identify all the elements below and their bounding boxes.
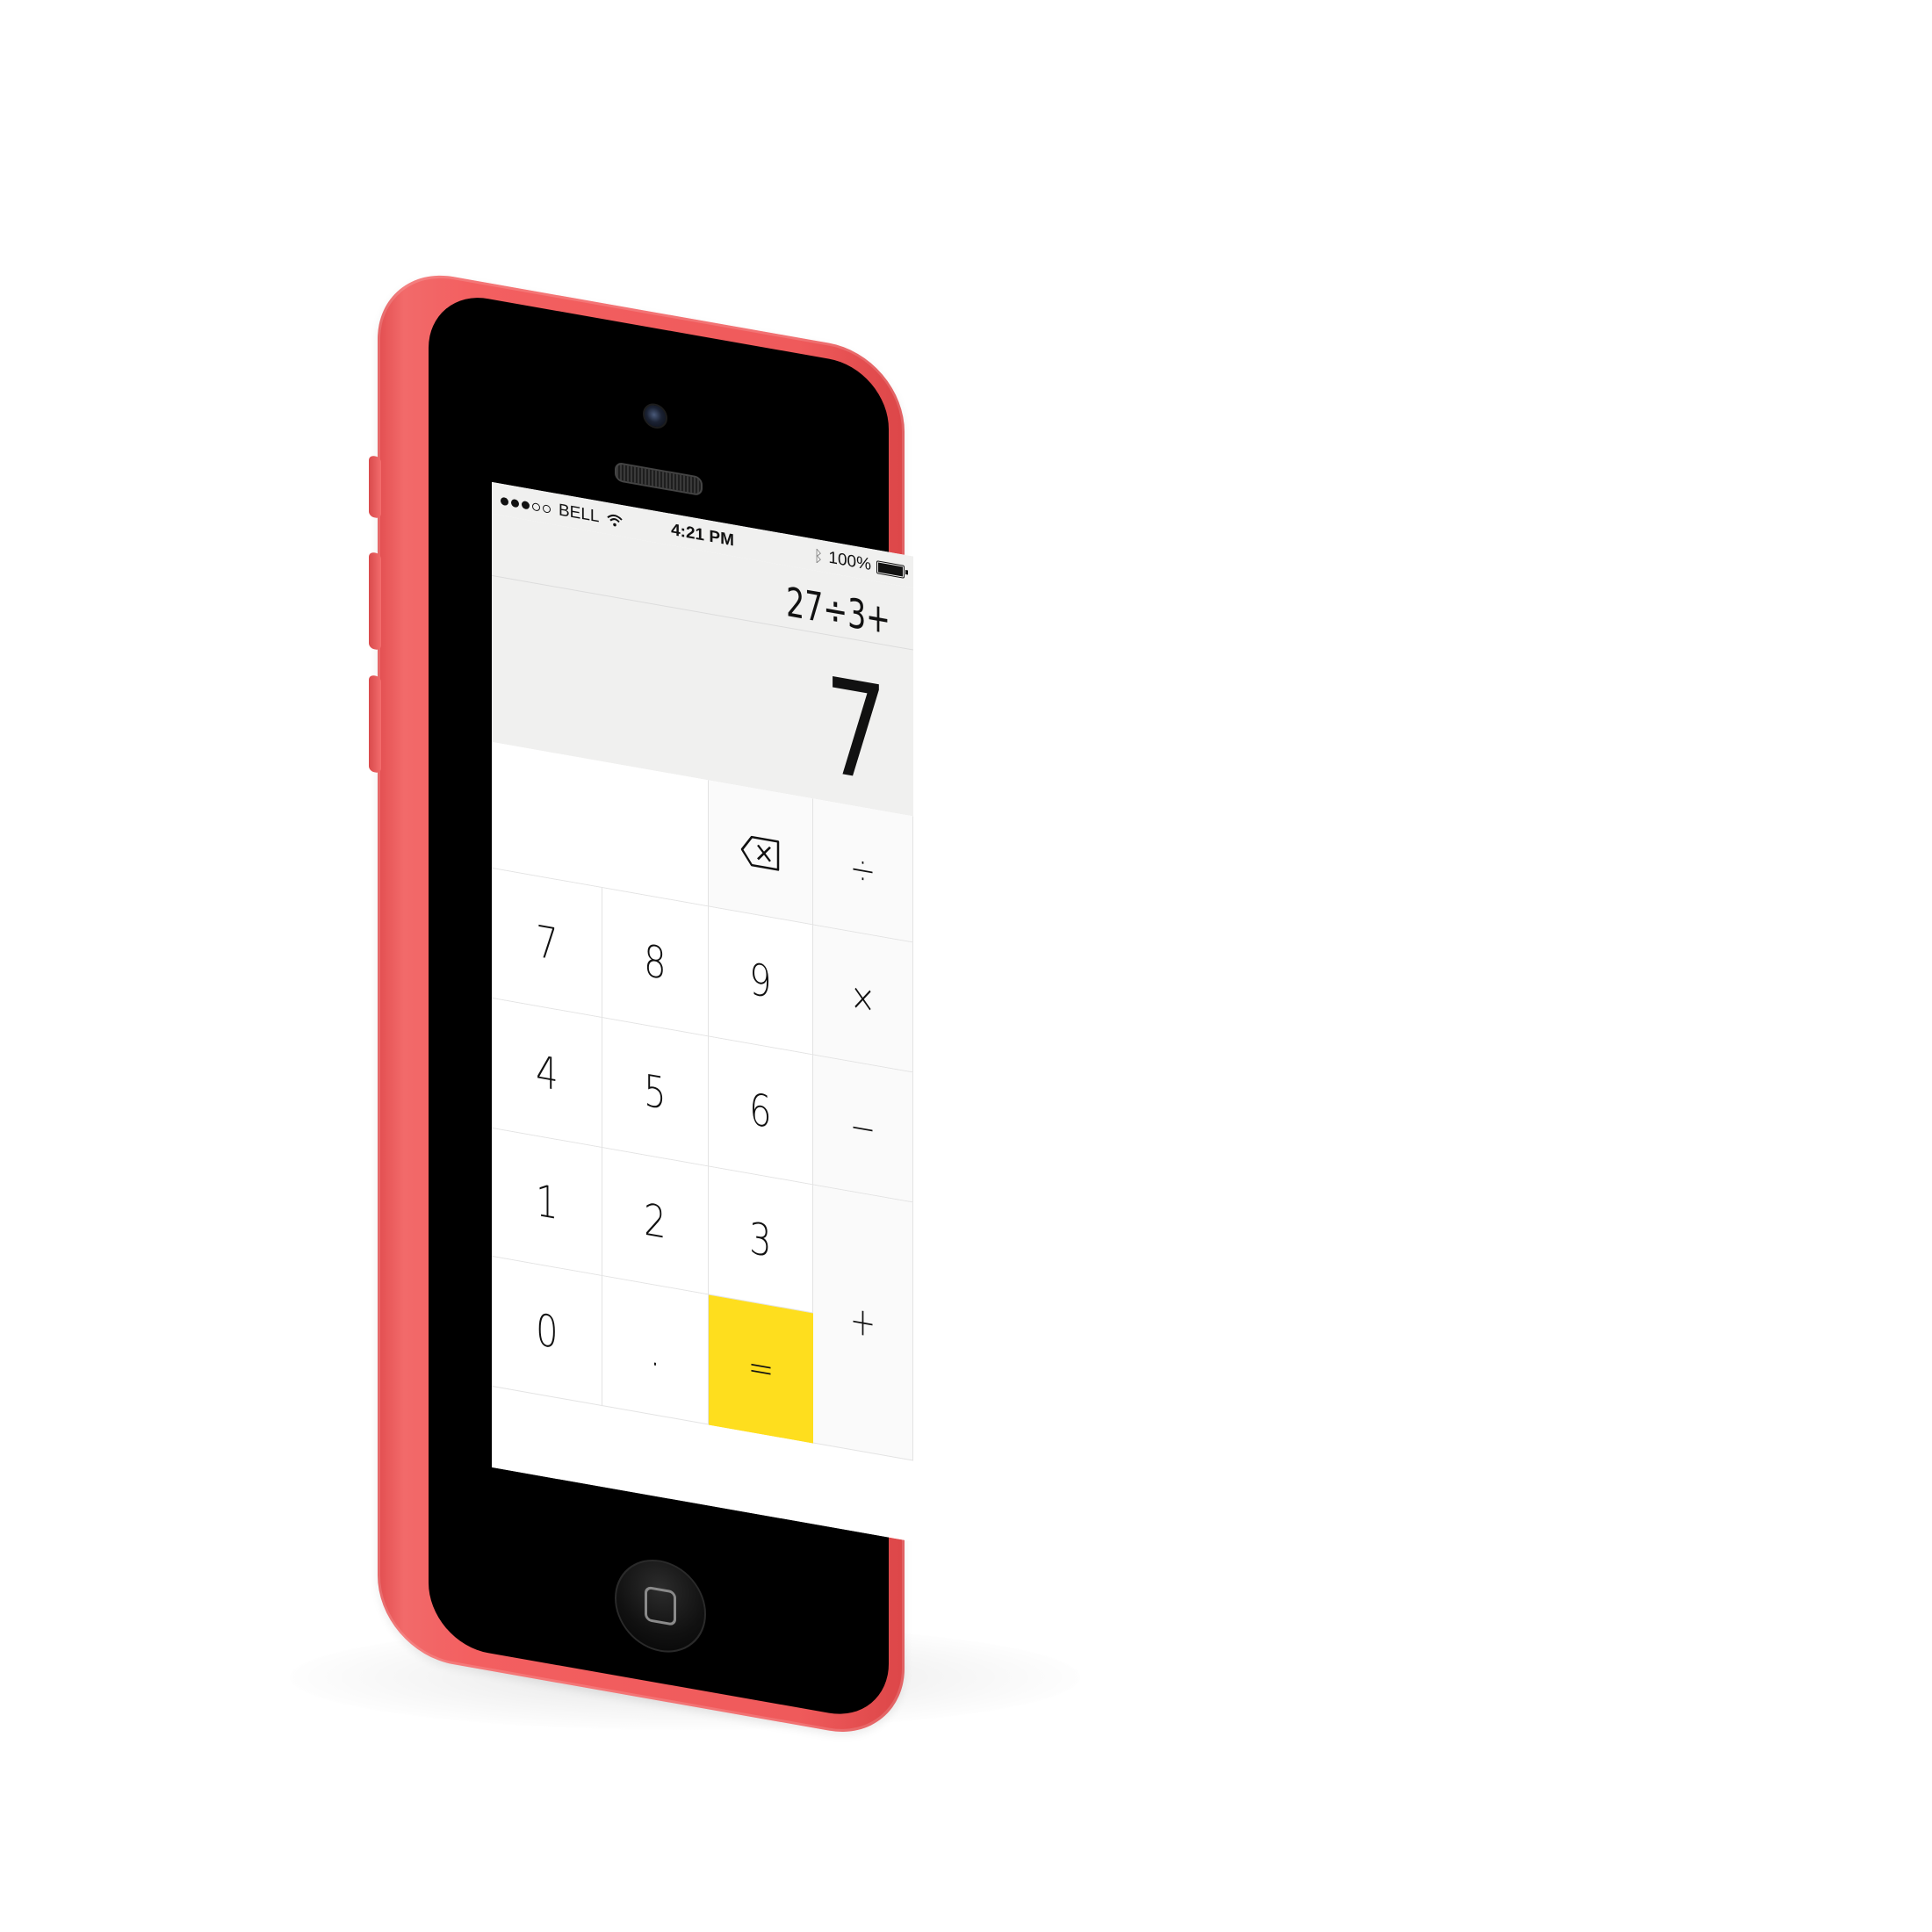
backspace-icon <box>740 835 780 871</box>
digit-9-button[interactable]: 9 <box>709 906 813 1056</box>
home-button[interactable] <box>615 1552 706 1660</box>
digit-0-button[interactable]: 0 <box>492 1256 602 1407</box>
result-text: 7 <box>824 649 887 814</box>
decimal-button[interactable]: . <box>602 1276 709 1425</box>
home-square-icon <box>645 1585 676 1626</box>
digit-2-button[interactable]: 2 <box>602 1148 709 1295</box>
digit-1-button[interactable]: 1 <box>492 1128 602 1277</box>
backspace-button[interactable] <box>709 780 813 926</box>
add-button[interactable]: + <box>813 1185 913 1461</box>
battery-icon <box>876 559 905 579</box>
subtract-button[interactable]: − <box>813 1055 913 1203</box>
phone-front: BELL 4:21 PM ᛒ 100% 27÷3+ 7 ÷ 7 8 9 × 4 … <box>429 288 913 1724</box>
mute-switch <box>369 455 381 519</box>
digit-8-button[interactable]: 8 <box>602 888 709 1037</box>
digit-3-button[interactable]: 3 <box>709 1166 813 1314</box>
equals-button[interactable]: = <box>709 1294 813 1444</box>
digit-5-button[interactable]: 5 <box>602 1018 709 1167</box>
phone-device: BELL 4:21 PM ᛒ 100% 27÷3+ 7 ÷ 7 8 9 × 4 … <box>369 263 913 1744</box>
bluetooth-icon: ᛒ <box>813 546 824 566</box>
keypad: ÷ 7 8 9 × 4 5 6 − 1 2 3 + 0 . = <box>492 741 913 1542</box>
front-camera <box>643 401 667 431</box>
volume-down-button <box>369 674 381 774</box>
battery-percent: 100% <box>828 548 871 575</box>
earpiece-speaker <box>615 461 703 497</box>
digit-4-button[interactable]: 4 <box>492 998 602 1149</box>
volume-up-button <box>369 551 381 651</box>
screen: BELL 4:21 PM ᛒ 100% 27÷3+ 7 ÷ 7 8 9 × 4 … <box>492 481 913 1542</box>
digit-6-button[interactable]: 6 <box>709 1036 813 1186</box>
multiply-button[interactable]: × <box>813 925 913 1073</box>
expression-text: 27÷3+ <box>786 578 890 644</box>
digit-7-button[interactable]: 7 <box>492 868 602 1019</box>
divide-button[interactable]: ÷ <box>813 798 913 943</box>
